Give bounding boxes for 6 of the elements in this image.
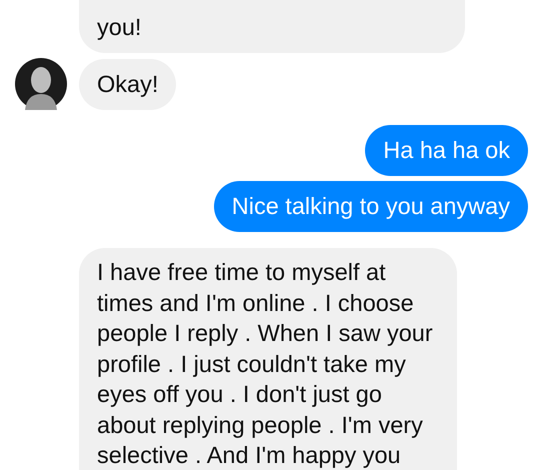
message-bubble: Ha ha ha ok xyxy=(365,125,528,176)
message-bubble: I have free time to myself at times and I'm online . I choose people I reply . When I saw your profile . I just couldn't take my eyes off you . I don't just go about replying people . I'm very selective . And I'm happy you xyxy=(79,248,457,470)
message-bubble: Okay! xyxy=(79,59,176,110)
message-bubble: you! xyxy=(79,0,465,53)
message-bubble: Nice talking to you anyway xyxy=(214,181,528,232)
avatar-icon xyxy=(15,58,67,110)
